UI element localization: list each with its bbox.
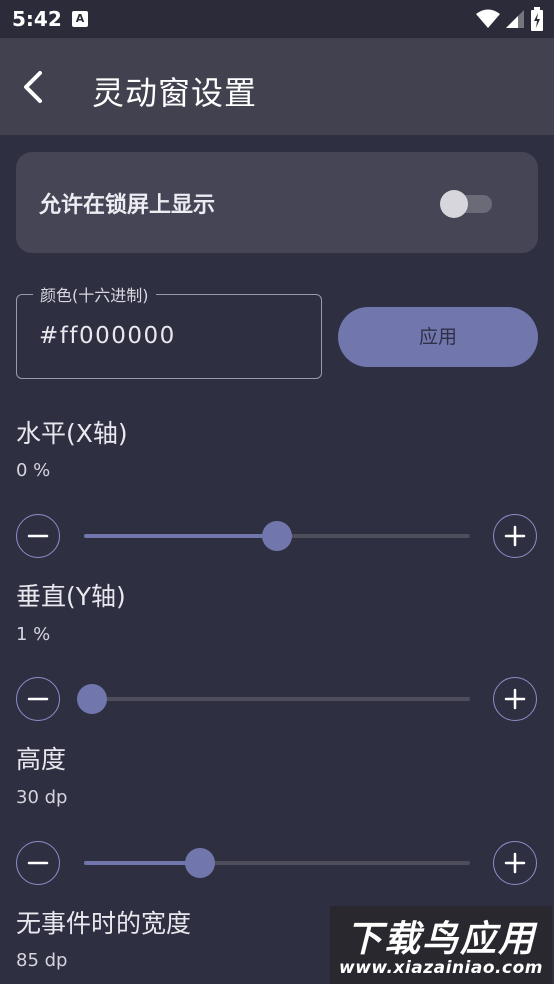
color-field-value[interactable]: #ff000000: [39, 323, 176, 349]
wifi-icon: [475, 9, 500, 28]
vertical-decrease-button[interactable]: [16, 677, 60, 721]
idle-width-value: 85 dp: [16, 950, 68, 971]
slider-thumb[interactable]: [76, 684, 107, 714]
status-time: 5:42: [12, 7, 62, 31]
app-bar: 灵动窗设置: [0, 38, 554, 135]
status-icons: [475, 7, 544, 31]
minus-icon: [27, 534, 49, 538]
plus-icon: [504, 688, 526, 710]
watermark-text: 下载鸟应用: [345, 919, 536, 960]
horizontal-value: 0 %: [16, 460, 51, 481]
notification-icon: A: [72, 11, 88, 27]
lock-screen-switch[interactable]: [440, 188, 494, 218]
vertical-value: 1 %: [16, 624, 51, 645]
height-value: 30 dp: [16, 787, 68, 808]
height-title: 高度: [16, 745, 67, 774]
plus-icon: [504, 852, 526, 874]
height-decrease-button[interactable]: [16, 841, 60, 885]
battery-icon: [531, 7, 543, 31]
chevron-left-icon: [24, 71, 42, 103]
vertical-title: 垂直(Y轴): [16, 582, 126, 611]
lock-screen-label: 允许在锁屏上显示: [39, 193, 216, 218]
switch-thumb: [440, 190, 468, 218]
slider-fill: [84, 534, 277, 538]
minus-icon: [27, 861, 49, 865]
height-slider[interactable]: [84, 848, 470, 878]
height-increase-button[interactable]: [493, 841, 537, 885]
slider-thumb[interactable]: [262, 521, 292, 551]
status-bar: 5:42 A: [0, 0, 554, 38]
page-title: 灵动窗设置: [92, 74, 258, 112]
back-button[interactable]: [14, 66, 54, 106]
lock-screen-card: 允许在锁屏上显示: [16, 152, 538, 253]
horizontal-decrease-button[interactable]: [16, 514, 60, 558]
horizontal-increase-button[interactable]: [493, 514, 537, 558]
vertical-slider[interactable]: [76, 684, 470, 714]
watermark-url: www.xiazainiao.com: [339, 958, 543, 978]
color-field-label: 颜色(十六进制): [33, 282, 156, 306]
color-hex-field[interactable]: 颜色(十六进制) #ff000000: [16, 282, 322, 379]
slider-track: [84, 697, 470, 701]
slider-thumb[interactable]: [184, 848, 215, 878]
vertical-increase-button[interactable]: [493, 677, 537, 721]
slider-fill: [84, 861, 200, 865]
horizontal-slider[interactable]: [84, 521, 470, 551]
apply-button[interactable]: 应用: [338, 307, 538, 367]
minus-icon: [27, 697, 49, 701]
watermark: 下载鸟应用 www.xiazainiao.com: [330, 906, 552, 984]
plus-icon: [504, 525, 526, 547]
idle-width-title: 无事件时的宽度: [16, 909, 192, 938]
horizontal-title: 水平(X轴): [16, 419, 128, 448]
signal-icon: [505, 10, 524, 28]
